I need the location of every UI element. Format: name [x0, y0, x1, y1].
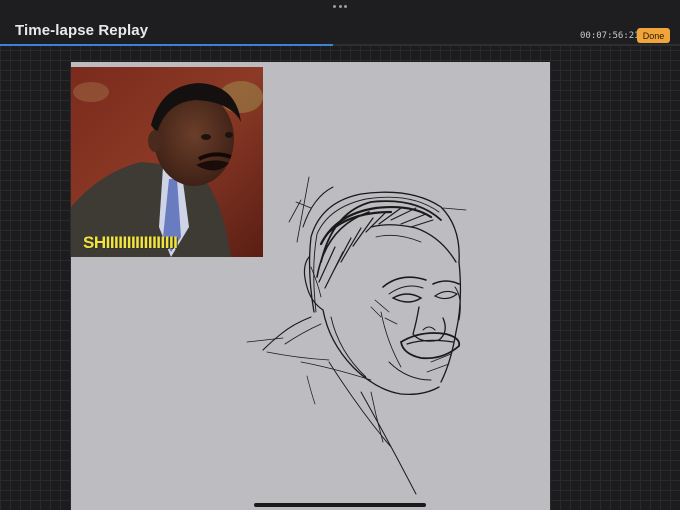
replay-toolbar: Time-lapse Replay 00:07:56:21 Done	[0, 0, 680, 46]
ellipsis-icon[interactable]	[333, 3, 347, 9]
drawing-canvas[interactable]: SHIIIIIIIIIIIIIIIII	[71, 62, 550, 510]
done-button[interactable]: Done	[637, 28, 670, 43]
elapsed-time: 00:07:56:21	[580, 31, 640, 41]
replay-progress-fill	[0, 44, 334, 46]
replay-progress-bar[interactable]	[0, 44, 680, 46]
page-title: Time-lapse Replay	[15, 22, 149, 39]
home-indicator[interactable]	[254, 503, 426, 507]
sketch-drawing	[246, 176, 467, 495]
